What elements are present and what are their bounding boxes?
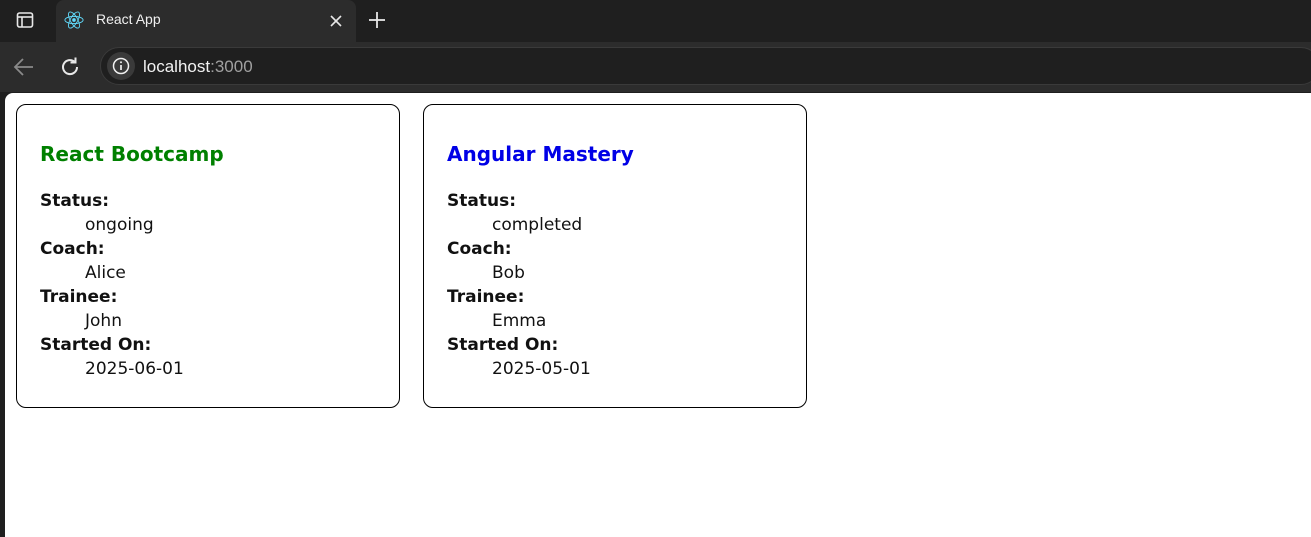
coach-value: Alice [85, 263, 126, 283]
course-card: Angular Mastery Status: completed Coach:… [423, 104, 807, 408]
course-title: React Bootcamp [40, 142, 224, 166]
started-on-value: 2025-06-01 [85, 359, 184, 379]
react-logo-icon [64, 10, 84, 30]
coach-label: Coach: [447, 239, 512, 259]
sidebar-toggle-icon [16, 12, 34, 28]
status-label: Status: [447, 191, 516, 211]
browser-toolbar: localhost:3000 [0, 42, 1311, 92]
plus-icon [369, 12, 385, 28]
site-info-button[interactable] [107, 52, 135, 80]
status-value: ongoing [85, 215, 154, 235]
course-details: Status: completed Coach: Bob Trainee: Em… [447, 189, 591, 381]
info-icon [112, 57, 130, 75]
url-text: localhost:3000 [143, 57, 253, 77]
started-on-label: Started On: [447, 335, 559, 355]
new-tab-button[interactable] [362, 5, 392, 35]
address-bar[interactable]: localhost:3000 [100, 47, 1311, 85]
tab-strip: React App [0, 0, 1311, 42]
course-card: React Bootcamp Status: ongoing Coach: Al… [16, 104, 400, 408]
reload-button[interactable] [56, 53, 84, 81]
sidebar-toggle-button[interactable] [8, 5, 42, 35]
started-on-value: 2025-05-01 [492, 359, 591, 379]
url-host: localhost [143, 57, 211, 76]
close-icon [330, 15, 342, 27]
tab-react-app[interactable]: React App [56, 0, 356, 42]
tab-title: React App [96, 11, 161, 27]
status-value: completed [492, 215, 583, 235]
close-tab-button[interactable] [326, 11, 346, 31]
trainee-value: John [85, 311, 122, 331]
coach-value: Bob [492, 263, 525, 283]
back-button[interactable] [10, 53, 38, 81]
course-title: Angular Mastery [447, 142, 634, 166]
trainee-label: Trainee: [40, 287, 118, 307]
started-on-label: Started On: [40, 335, 152, 355]
course-details: Status: ongoing Coach: Alice Trainee: Jo… [40, 189, 184, 381]
arrow-left-icon [13, 58, 33, 76]
url-port: :3000 [210, 57, 253, 76]
reload-icon [62, 57, 79, 76]
page-viewport: React Bootcamp Status: ongoing Coach: Al… [5, 93, 1311, 537]
trainee-value: Emma [492, 311, 547, 331]
coach-label: Coach: [40, 239, 105, 259]
trainee-label: Trainee: [447, 287, 525, 307]
status-label: Status: [40, 191, 109, 211]
